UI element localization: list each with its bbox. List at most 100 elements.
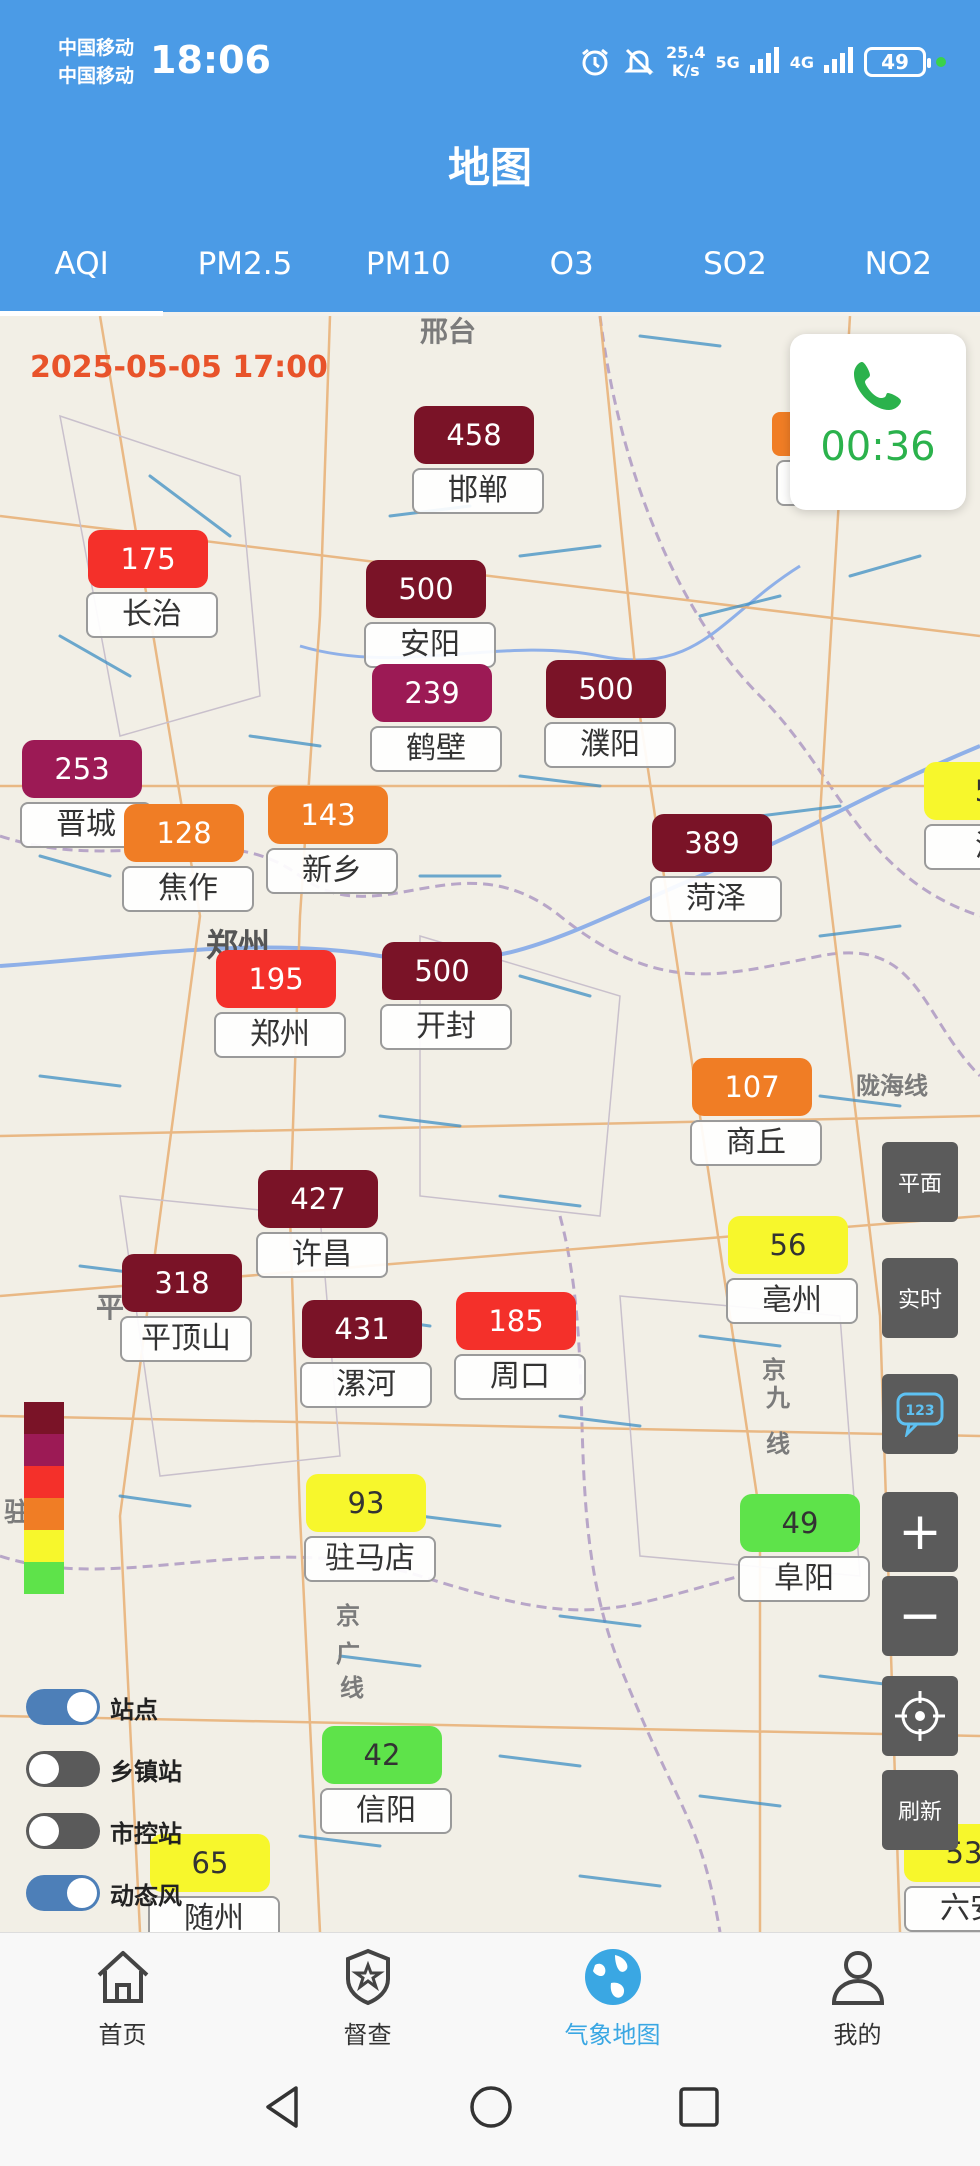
legend-swatch [24, 1498, 64, 1530]
station-name: 长治 [86, 592, 218, 638]
legend-swatch [24, 1562, 64, 1594]
home-circle-icon[interactable] [466, 2082, 516, 2132]
switch-control[interactable] [26, 1751, 100, 1787]
station-changzhi[interactable]: 175 长治 [86, 530, 218, 638]
globe-icon [584, 1949, 641, 2005]
station-name: 菏泽 [650, 876, 782, 922]
net-speed-value: 25.4 [666, 43, 706, 62]
number-bubble-icon: 123 [896, 1392, 944, 1437]
station-name: 驻马店 [304, 1536, 436, 1582]
app-header: 中国移动 中国移动 18:06 25.4 K/s 5G 4G 49 地图 AQI… [0, 0, 980, 316]
station-value: 107 [692, 1058, 812, 1116]
aqi-color-legend [24, 1402, 64, 1594]
signal-bars-icon [749, 46, 780, 78]
place-label-longhai: 陇海线 [856, 1072, 928, 1100]
station-xuchang[interactable]: 427 许昌 [256, 1170, 388, 1278]
tab-o3[interactable]: O3 [490, 236, 653, 312]
station-name: 济 [924, 824, 980, 870]
value-labels-button[interactable]: 123 [882, 1374, 958, 1454]
nav-profile[interactable]: 我的 [735, 1933, 980, 2052]
toggle-township-stations[interactable]: 乡镇站 [26, 1738, 182, 1800]
place-label-xian-1: 线 [766, 1430, 790, 1458]
place-label-guang: 广 [336, 1640, 360, 1668]
tab-no2[interactable]: NO2 [817, 236, 980, 312]
tab-pm25[interactable]: PM2.5 [163, 236, 326, 312]
system-icons: 25.4 K/s 5G 4G 49 [578, 40, 947, 84]
station-zhengzhou[interactable]: 195 郑州 [214, 950, 346, 1058]
pollutant-tabs: AQI PM2.5 PM10 O3 SO2 NO2 [0, 236, 980, 316]
station-zhumadian[interactable]: 93 驻马店 [304, 1474, 436, 1582]
station-name: 商丘 [690, 1120, 822, 1166]
place-label-jiu: 九 [766, 1384, 790, 1412]
clock: 18:06 [150, 38, 271, 82]
nav-label: 气象地图 [564, 2021, 661, 2049]
realtime-button[interactable]: 实时 [882, 1258, 958, 1338]
toggle-stations[interactable]: 站点 [26, 1676, 182, 1738]
station-name: 周口 [454, 1354, 586, 1400]
station-hebi[interactable]: 239 鹤壁 [370, 664, 502, 772]
station-puyang[interactable]: 500 濮阳 [544, 660, 676, 768]
nav-label: 我的 [833, 2021, 882, 2049]
station-name: 鹤壁 [370, 726, 502, 772]
station-pingdingshan[interactable]: 318 平顶山 [120, 1254, 252, 1362]
station-anyang[interactable]: 500 安阳 [364, 560, 496, 668]
home-icon [97, 1951, 148, 2003]
toggle-label: 市控站 [110, 1819, 182, 1848]
back-icon[interactable] [258, 2082, 308, 2132]
station-value: 500 [546, 660, 666, 718]
station-name: 平顶山 [120, 1316, 252, 1362]
call-floating-card[interactable]: 00:36 [790, 334, 966, 510]
crosshair-icon [895, 1691, 945, 1741]
station-kaifeng[interactable]: 500 开封 [380, 942, 512, 1050]
station-heze[interactable]: 389 菏泽 [650, 814, 782, 922]
carrier-labels: 中国移动 中国移动 [58, 34, 134, 90]
refresh-button[interactable]: 刷新 [882, 1770, 958, 1850]
zoom-out-button[interactable]: − [882, 1576, 958, 1656]
station-value: 185 [456, 1292, 576, 1350]
map-view[interactable]: 邢台 郑州 平 陇海线 京 九 线 京 广 线 驻 2025-05-05 17:… [0, 316, 980, 1932]
tab-pm10[interactable]: PM10 [327, 236, 490, 312]
legend-swatch [24, 1402, 64, 1434]
flat-view-button[interactable]: 平面 [882, 1142, 958, 1222]
station-ji-partial[interactable]: 5 济 [924, 762, 980, 870]
station-value: 427 [258, 1170, 378, 1228]
station-name: 许昌 [256, 1232, 388, 1278]
station-zhoukou[interactable]: 185 周口 [454, 1292, 586, 1400]
place-label-xingtai: 邢台 [420, 316, 477, 348]
legend-swatch [24, 1434, 64, 1466]
station-bozhou[interactable]: 56 亳州 [726, 1216, 858, 1324]
toggle-city-stations[interactable]: 市控站 [26, 1800, 182, 1862]
carrier-2: 中国移动 [58, 65, 135, 87]
switch-control[interactable] [26, 1875, 100, 1911]
station-value: 500 [366, 560, 486, 618]
locate-button[interactable] [882, 1676, 958, 1756]
place-label-xian-2: 线 [340, 1674, 364, 1702]
nav-weather-map[interactable]: 气象地图 [490, 1933, 735, 2052]
station-handan[interactable]: 458 邯郸 [412, 406, 544, 514]
nav-home[interactable]: 首页 [0, 1933, 245, 2052]
station-shangqiu[interactable]: 107 商丘 [690, 1058, 822, 1166]
tab-aqi[interactable]: AQI [0, 236, 164, 316]
station-value: 389 [652, 814, 772, 872]
zoom-in-button[interactable]: + [882, 1492, 958, 1572]
station-fuyang[interactable]: 49 阜阳 [738, 1494, 870, 1602]
legend-swatch [24, 1466, 64, 1498]
station-xinyang[interactable]: 42 信阳 [320, 1726, 452, 1834]
switch-control[interactable] [26, 1813, 100, 1849]
nav-inspection[interactable]: 督查 [245, 1933, 490, 2052]
charging-dot-icon [936, 57, 947, 67]
station-jiaozuo[interactable]: 128 焦作 [122, 804, 254, 912]
call-duration: 00:36 [820, 424, 936, 470]
station-value: 431 [302, 1300, 422, 1358]
station-value: 42 [322, 1726, 442, 1784]
toggle-label: 站点 [110, 1695, 158, 1724]
nav-label: 首页 [98, 2021, 147, 2049]
station-xinxiang[interactable]: 143 新乡 [266, 786, 398, 894]
station-luohe[interactable]: 431 漯河 [300, 1300, 432, 1408]
recents-square-icon[interactable] [674, 2082, 724, 2132]
toggle-dynamic-wind[interactable]: 动态风 [26, 1862, 182, 1924]
place-label-jing-2: 京 [336, 1602, 360, 1630]
switch-control[interactable] [26, 1689, 100, 1725]
status-bar: 中国移动 中国移动 18:06 25.4 K/s 5G 4G 49 [0, 0, 980, 125]
tab-so2[interactable]: SO2 [653, 236, 816, 312]
